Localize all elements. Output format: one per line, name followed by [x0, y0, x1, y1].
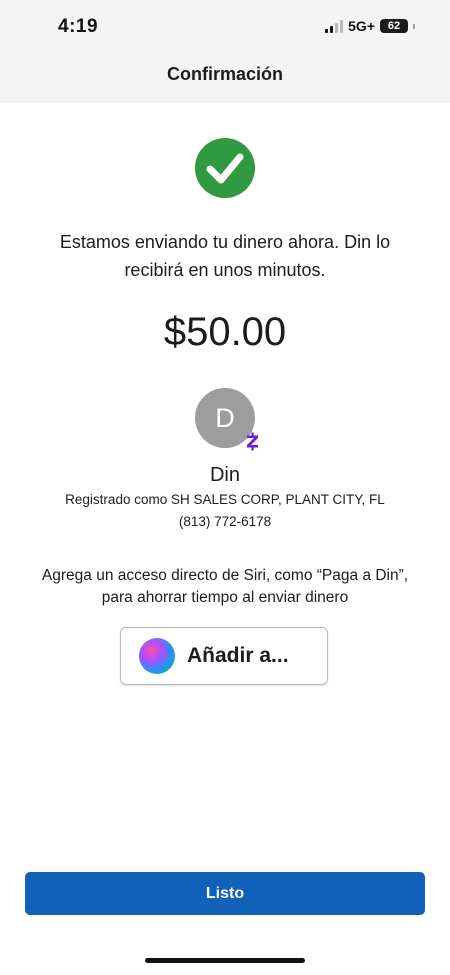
top-area: 4:19 5G+ 62 Confirmación [0, 0, 450, 103]
battery-icon: 62 [380, 19, 408, 33]
done-button-label: Listo [205, 884, 245, 902]
recipient-registration: Registrado como SH SALES CORP, PLANT CIT… [65, 492, 385, 507]
siri-shortcut-text: Agrega un acceso directo de Siri, como “… [41, 567, 409, 606]
status-indicators: 5G+ 62 [325, 18, 415, 34]
done-button[interactable]: Listo [25, 872, 425, 915]
avatar-initial: D [215, 402, 235, 433]
battery-tip [413, 23, 415, 29]
add-to-siri-button[interactable]: Añadir a... [120, 627, 328, 685]
home-indicator[interactable] [145, 958, 305, 963]
confirmation-message: Estamos enviando tu dinero ahora. Din lo… [59, 232, 391, 280]
status-bar: 4:19 5G+ 62 [0, 0, 450, 50]
battery-level: 62 [387, 20, 401, 32]
siri-icon [139, 638, 175, 674]
recipient-phone: (813) 772-6178 [178, 514, 272, 529]
zelle-icon [247, 432, 258, 451]
page-title: Confirmación [166, 64, 283, 84]
check-circle-icon [195, 138, 255, 198]
signal-icon [325, 19, 344, 33]
status-time: 4:19 [58, 16, 99, 37]
add-to-siri-label: Añadir a... [187, 644, 289, 667]
network-label: 5G+ [348, 18, 375, 34]
amount: $50.00 [163, 310, 287, 354]
recipient-name: Din [209, 464, 240, 486]
